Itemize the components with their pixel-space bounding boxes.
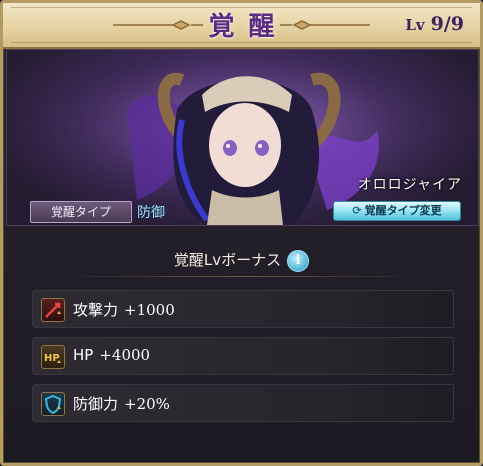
awakening-type-label: 覚醒タイプ [30,201,132,223]
hp-icon-text: HP [44,353,60,364]
title-ornament-right-icon [280,20,370,30]
bonus-section-title: 覚醒Lvボーナス i [0,249,483,272]
level-value: 9/9 [430,13,464,35]
bonus-hp-text: HP +4000 [73,346,150,364]
refresh-icon: ⟳ [352,204,362,217]
bonus-row-defense: 防御力 +20% [32,384,454,422]
bonus-hp-label: HP [73,346,94,364]
awakening-type-value: 防御 [137,205,165,221]
bonus-hp-value: +4000 [99,346,151,364]
bonus-defense-value: +20% [124,395,170,413]
attack-up-icon [41,298,65,322]
change-awakening-type-label: 覚醒タイプ変更 [364,204,442,217]
character-illustration-icon [7,50,478,225]
character-name: オロロジャイア [357,177,462,193]
defense-up-icon [41,392,65,416]
bonus-row-attack: 攻撃力 +1000 [32,290,454,328]
level-indicator: Lv 9/9 [405,13,464,35]
hp-up-icon: HP [41,345,65,369]
bonus-attack-value: +1000 [124,301,175,319]
level-tag: Lv [405,16,425,34]
header-bar: 覚醒 Lv 9/9 [3,3,480,49]
bonus-attack-text: 攻撃力 +1000 [73,299,175,320]
change-awakening-type-button[interactable]: ⟳ 覚醒タイプ変更 [333,201,461,221]
bonus-attack-label: 攻撃力 [73,301,119,319]
divider [60,276,423,277]
character-portrait: オロロジャイア [6,49,479,226]
bonus-row-hp: HP HP +4000 [32,337,454,375]
info-icon[interactable]: i [287,249,310,272]
bonus-title-text: 覚醒Lvボーナス [173,251,282,269]
bonus-defense-label: 防御力 [73,395,119,413]
bonus-defense-text: 防御力 +20% [73,393,170,414]
